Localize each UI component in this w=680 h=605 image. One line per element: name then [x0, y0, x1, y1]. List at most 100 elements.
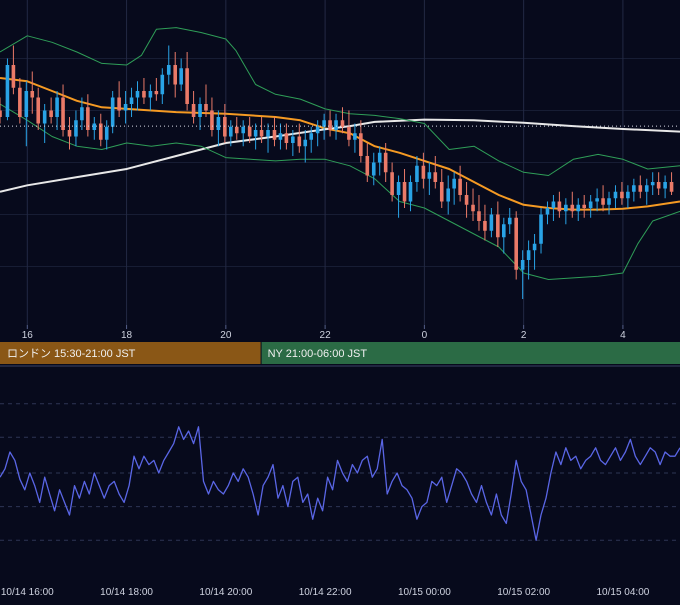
candle-body [173, 65, 178, 85]
price-axis-label: 22 [320, 330, 332, 341]
candle-body [545, 208, 550, 215]
candle-body [259, 130, 264, 137]
candle-body [334, 120, 338, 130]
candle-body [477, 211, 481, 221]
candle-body [0, 110, 2, 117]
candle-body [501, 224, 506, 238]
candle-body [458, 178, 462, 195]
candle-body [160, 74, 165, 95]
candle-body [396, 182, 401, 195]
candle-body [557, 201, 562, 212]
candle-body [526, 250, 531, 260]
candle-body [408, 182, 413, 202]
chart-background [0, 0, 680, 600]
candle-body [241, 126, 246, 134]
candle-body [86, 107, 90, 130]
candle-body [532, 243, 537, 251]
candle-body [110, 97, 115, 127]
candle-body [377, 152, 382, 163]
candle-body [210, 110, 214, 130]
candle-body [67, 130, 72, 137]
candle-body [383, 152, 388, 173]
price-axis-label: 2 [521, 330, 527, 341]
price-axis-label: 18 [121, 330, 133, 341]
candle-body [191, 104, 196, 117]
candle-body [49, 110, 53, 117]
candle-body [632, 185, 636, 192]
candle-body [371, 162, 376, 176]
candle-down [514, 211, 519, 280]
candle-body [185, 68, 189, 104]
oscillator-axis-label: 10/15 04:00 [597, 587, 650, 598]
candle-body [613, 191, 618, 199]
oscillator-axis-label: 10/14 20:00 [199, 587, 252, 598]
candle-body [489, 214, 494, 231]
candle-body [42, 110, 47, 124]
oscillator-axis-label: 10/15 00:00 [398, 587, 451, 598]
candle-body [278, 133, 283, 140]
candle-body [644, 185, 649, 192]
price-x-axis: 16 18 20 22 0 2 4 [0, 325, 680, 342]
candle-body [198, 104, 202, 117]
candle-body [24, 91, 29, 117]
candle-body [266, 130, 270, 137]
candle-body [291, 136, 295, 143]
candle-body [638, 185, 643, 192]
candle-body [626, 191, 630, 199]
candle-body [650, 182, 655, 186]
candle-body [309, 133, 314, 140]
candle-body [179, 68, 183, 85]
candle-body [520, 260, 525, 270]
candle-body [464, 195, 469, 205]
candle-body [347, 126, 351, 140]
candle-body [135, 91, 140, 98]
candle-body [514, 217, 519, 270]
candle-body [297, 136, 302, 147]
candle-body [229, 126, 233, 137]
candle-body [216, 117, 221, 130]
oscillator-axis-label: 10/14 16:00 [1, 587, 54, 598]
candle-body [166, 65, 171, 75]
price-axis-label: 20 [220, 330, 232, 341]
candle-up [5, 58, 10, 121]
candle-body [234, 126, 239, 134]
candle-body [415, 165, 419, 182]
candle-body [80, 107, 84, 121]
session-ny-label: NY 21:00-06:00 JST [268, 348, 368, 360]
candle-body [427, 172, 432, 179]
candle-body [601, 198, 605, 205]
candle-body [5, 65, 10, 117]
candle-body [30, 91, 35, 98]
candle-body [483, 221, 487, 231]
candle-body [588, 201, 593, 208]
candle-body [204, 104, 208, 111]
candle-body [142, 91, 146, 98]
candle-body [551, 201, 556, 208]
candle-body [439, 182, 444, 202]
candle-body [452, 178, 456, 189]
candle-body [123, 104, 128, 111]
candle-body [402, 182, 407, 202]
candle-body [272, 130, 277, 140]
candle-body [576, 204, 581, 212]
candle-body [253, 130, 258, 137]
candle-body [359, 133, 363, 156]
candle-body [365, 156, 370, 176]
oscillator-axis-label: 10/14 22:00 [299, 587, 352, 598]
candle-body [421, 165, 426, 179]
candle-body [328, 120, 332, 130]
candle-body [148, 91, 153, 98]
session-bar: ロンドン 15:30-21:00 JST NY 21:00-06:00 JST [0, 342, 680, 364]
price-axis-strip [0, 325, 680, 342]
candle-body [570, 204, 575, 212]
candle-body [446, 188, 451, 202]
candle-body [496, 214, 500, 238]
candle-body [595, 198, 599, 202]
candle-body [284, 133, 289, 143]
candle-body [303, 139, 308, 147]
candle-body [669, 182, 674, 192]
candle-body [129, 97, 134, 104]
candle-body [353, 133, 357, 140]
oscillator-axis-label: 10/15 02:00 [497, 587, 550, 598]
candle-body [663, 182, 667, 189]
